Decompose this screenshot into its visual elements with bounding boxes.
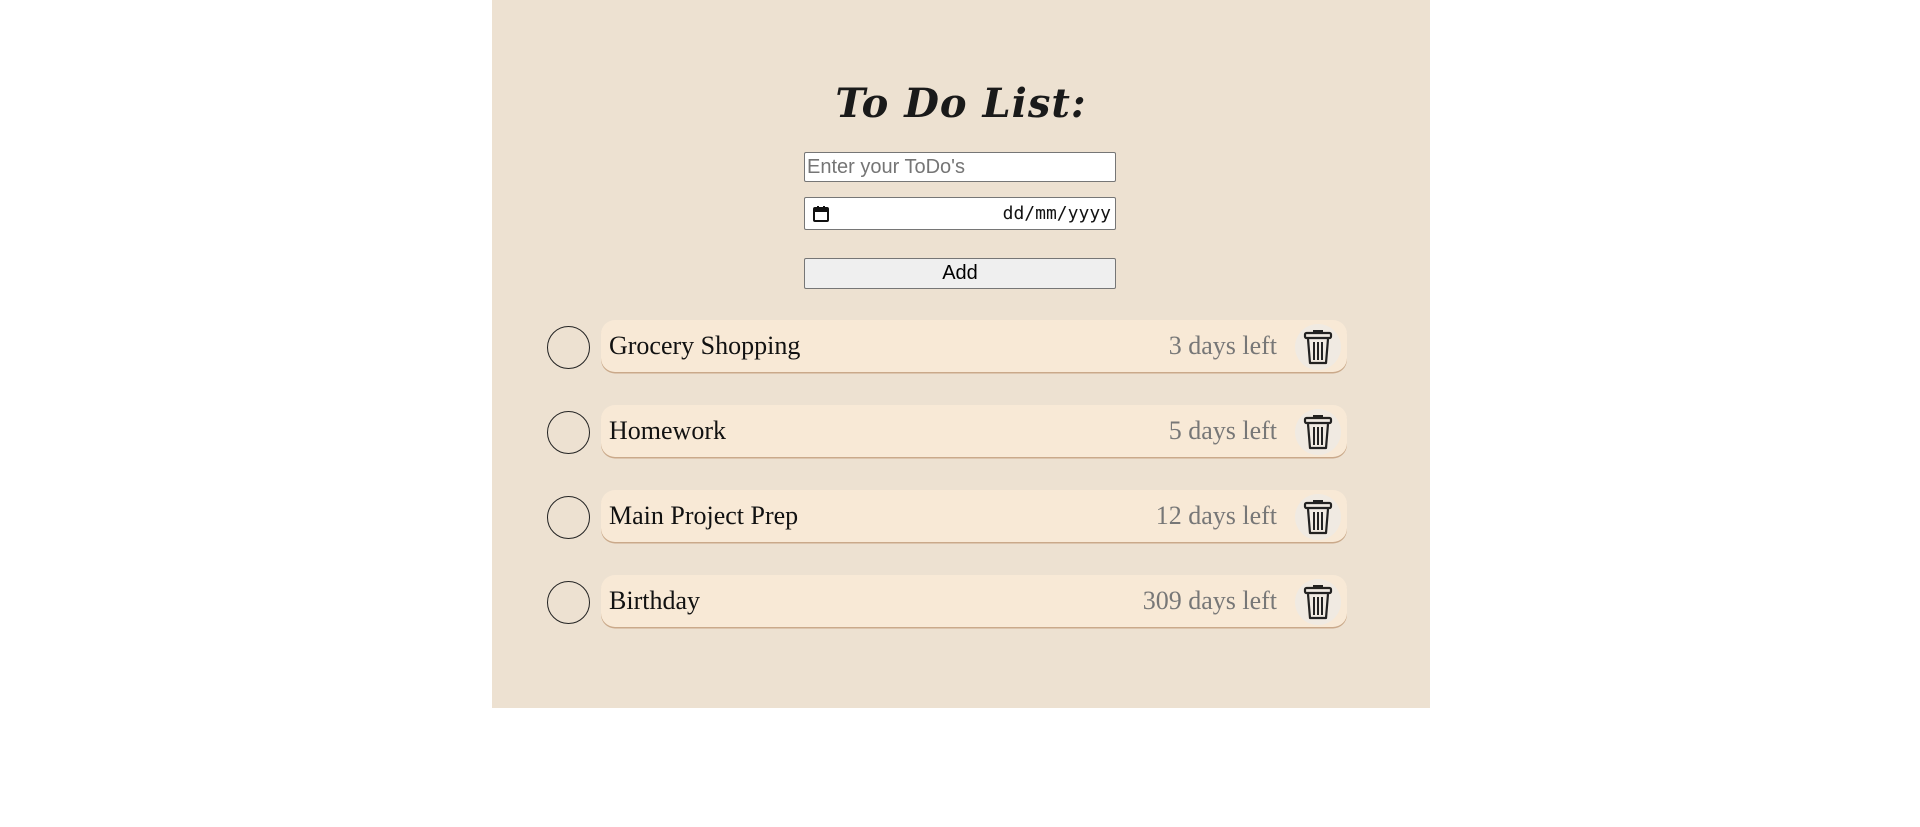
days-left-label: 5 days left — [1168, 416, 1277, 445]
trash-icon — [1303, 585, 1333, 620]
todo-item: Grocery Shopping 3 days left — [547, 320, 1347, 374]
trash-icon — [1303, 500, 1333, 535]
days-left-label: 309 days left — [1142, 586, 1277, 615]
complete-checkbox[interactable] — [547, 581, 590, 624]
date-placeholder: dd/mm/yyyy — [1002, 203, 1111, 224]
days-left-label: 12 days left — [1155, 501, 1277, 530]
todo-list: Grocery Shopping 3 days left Homework 5 … — [547, 320, 1347, 660]
trash-icon — [1303, 415, 1333, 450]
delete-button[interactable] — [1295, 494, 1341, 540]
delete-button[interactable] — [1295, 579, 1341, 625]
delete-button[interactable] — [1295, 324, 1341, 370]
todo-card: Homework 5 days left — [601, 405, 1347, 457]
complete-checkbox[interactable] — [547, 326, 590, 369]
todo-card: Main Project Prep 12 days left — [601, 490, 1347, 542]
todo-card: Grocery Shopping 3 days left — [601, 320, 1347, 372]
todo-card: Birthday 309 days left — [601, 575, 1347, 627]
todo-title: Homework — [609, 416, 726, 445]
add-button[interactable]: Add — [804, 258, 1116, 289]
todo-input[interactable] — [804, 152, 1116, 182]
todo-item: Main Project Prep 12 days left — [547, 490, 1347, 544]
trash-icon — [1303, 330, 1333, 365]
todo-app: To Do List: dd/mm/yyyy Add Grocery Shopp… — [492, 0, 1430, 708]
complete-checkbox[interactable] — [547, 496, 590, 539]
todo-title: Main Project Prep — [609, 501, 799, 530]
todo-item: Homework 5 days left — [547, 405, 1347, 459]
delete-button[interactable] — [1295, 409, 1341, 455]
page-title: To Do List: — [835, 80, 1087, 127]
todo-title: Grocery Shopping — [609, 331, 801, 360]
calendar-icon[interactable] — [812, 205, 830, 223]
todo-title: Birthday — [609, 586, 700, 615]
days-left-label: 3 days left — [1168, 331, 1277, 360]
date-input[interactable]: dd/mm/yyyy — [804, 197, 1116, 230]
todo-item: Birthday 309 days left — [547, 575, 1347, 629]
complete-checkbox[interactable] — [547, 411, 590, 454]
